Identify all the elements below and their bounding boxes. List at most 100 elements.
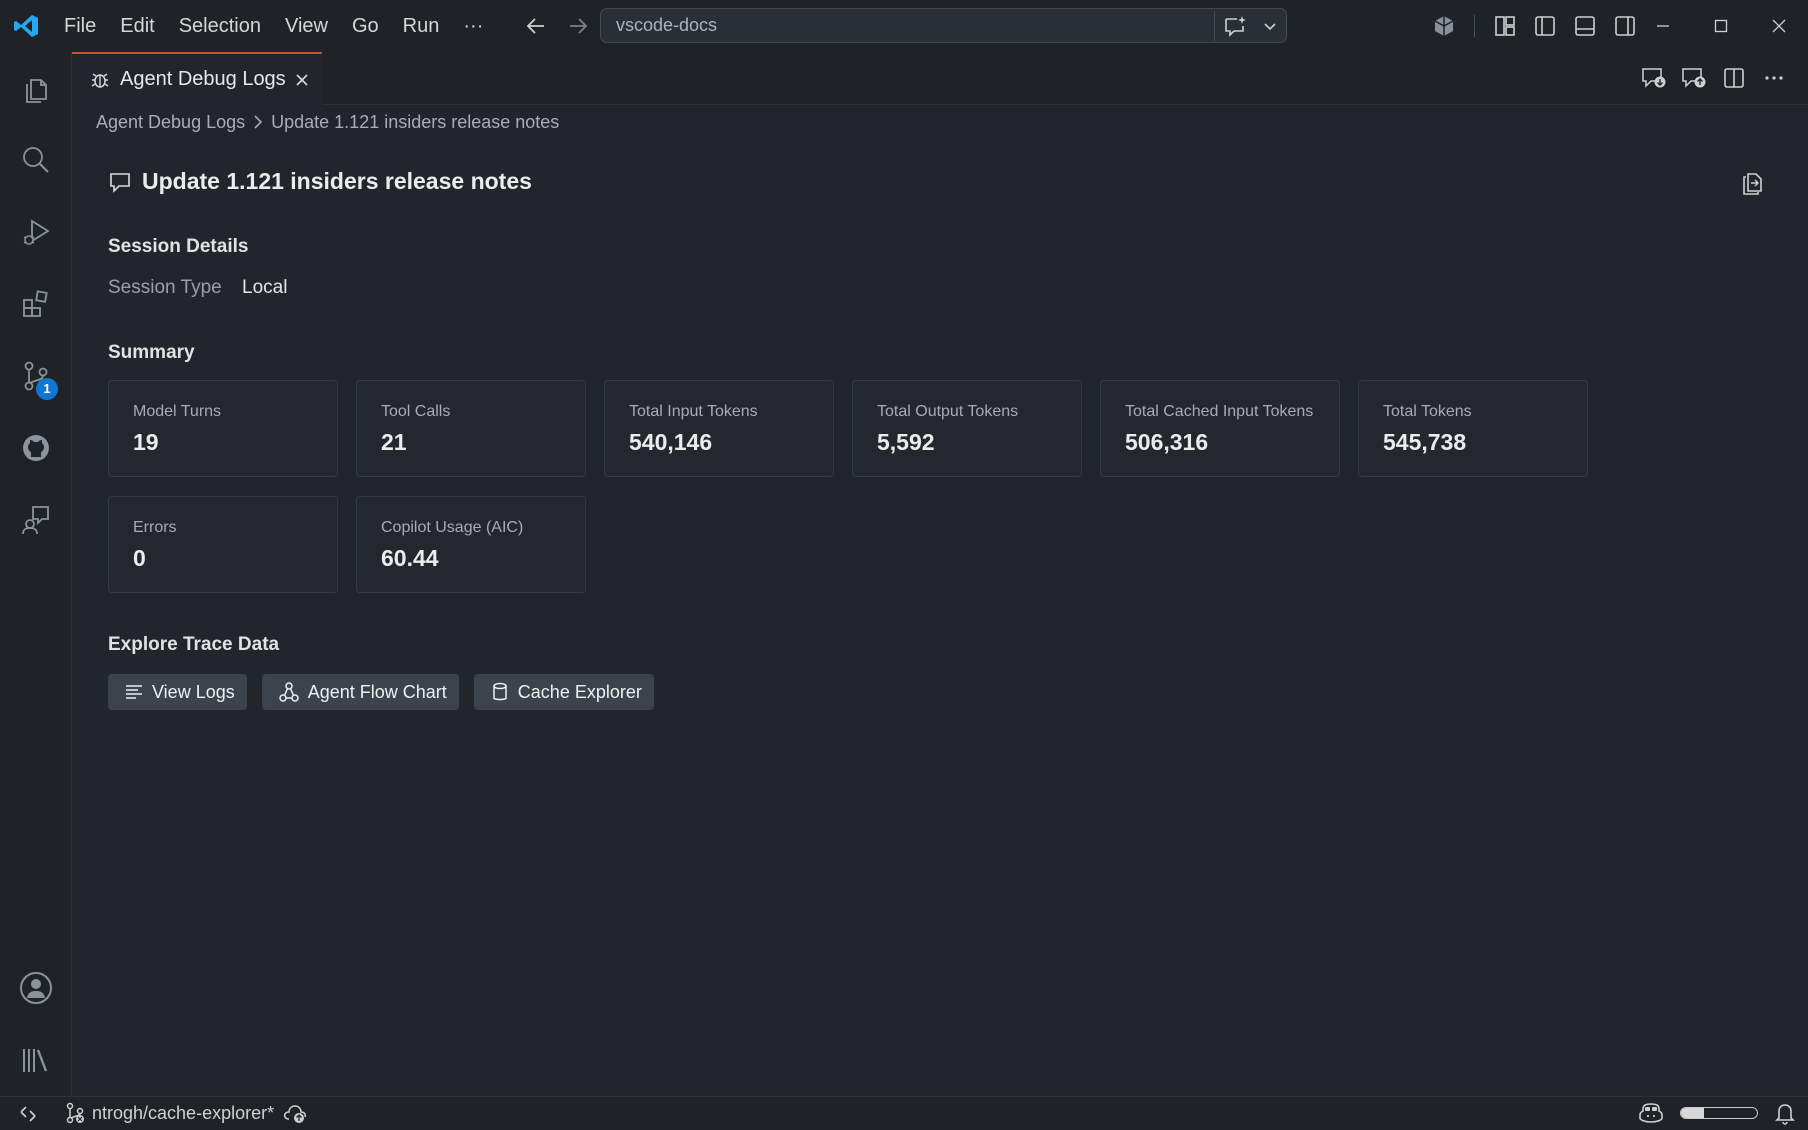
menu-selection[interactable]: Selection [167,9,273,43]
summary-card-total-output-tokens: Total Output Tokens 5,592 [852,380,1082,477]
card-value: 19 [133,429,159,455]
menu-file[interactable]: File [52,9,108,43]
search-icon[interactable] [14,138,58,182]
card-label: Total Tokens [1383,403,1472,420]
tab-bar: Agent Debug Logs [72,52,1808,105]
menu-edit[interactable]: Edit [108,9,166,43]
split-editor-icon[interactable] [1718,62,1750,94]
card-label: Total Output Tokens [877,403,1019,420]
minimize-icon[interactable] [1634,0,1692,52]
git-branch-icon [64,1102,86,1124]
close-icon[interactable] [288,66,316,94]
explore-buttons: View Logs Agent Flow Chart Cache Explore… [108,674,654,710]
usage-bar-fill [1681,1108,1704,1118]
card-label: Total Input Tokens [629,403,758,420]
database-icon [490,681,510,703]
explorer-icon[interactable] [14,66,58,110]
breadcrumb: Agent Debug Logs Update 1.121 insiders r… [96,110,559,134]
summary-card-errors: Errors 0 [108,496,338,593]
account-icon[interactable] [14,966,58,1010]
copilot-usage-bar[interactable] [1680,1107,1758,1119]
session-details-heading: Session Details [108,236,249,257]
search-workspace-label: vscode-docs [616,15,718,35]
chat-download-icon[interactable] [1638,62,1670,94]
menu-go[interactable]: Go [340,9,391,43]
card-label: Total Cached Input Tokens [1125,403,1314,420]
status-bar: ntrogh/cache-explorer* [0,1096,1808,1130]
comment-icon [108,170,132,194]
back-arrow-icon[interactable] [522,12,550,40]
run-debug-icon[interactable] [14,210,58,254]
card-value: 60.44 [381,545,439,571]
page-header: Update 1.121 insiders release notes [108,168,532,195]
cloud-upload-icon[interactable] [282,1102,308,1124]
branch-name: ntrogh/cache-explorer* [92,1102,275,1123]
card-value: 5,592 [877,429,935,455]
library-icon[interactable] [14,1038,58,1082]
explore-trace-heading: Explore Trace Data [108,634,280,655]
activity-bar: 1 [0,52,72,1096]
cache-explorer-label: Cache Explorer [517,681,642,702]
agent-flow-chart-button[interactable]: Agent Flow Chart [261,674,459,710]
customize-layout-icon[interactable] [1489,10,1521,42]
card-label: Tool Calls [381,403,451,420]
summary-card-total-cached-input-tokens: Total Cached Input Tokens 506,316 [1100,380,1340,477]
close-window-icon[interactable] [1750,0,1808,52]
view-logs-label: View Logs [152,681,235,702]
summary-card-total-input-tokens: Total Input Tokens 540,146 [604,380,834,477]
menu-more[interactable]: ··· [451,9,495,43]
card-label: Model Turns [133,403,222,420]
command-center-search[interactable]: vscode-docs [600,8,1287,43]
flow-icon [278,681,300,703]
breadcrumb-root[interactable]: Agent Debug Logs [96,112,245,133]
branch-status[interactable]: ntrogh/cache-explorer* [64,1102,308,1124]
menu-bar: File Edit Selection View Go Run ··· [52,0,495,52]
card-value: 21 [381,429,407,455]
more-actions-icon[interactable] [1758,62,1790,94]
card-value: 540,146 [629,429,713,455]
menu-view[interactable]: View [273,9,340,43]
menu-run[interactable]: Run [391,9,452,43]
summary-heading: Summary [108,342,195,363]
view-logs-button[interactable]: View Logs [108,674,247,710]
tab-agent-debug-logs[interactable]: Agent Debug Logs [72,52,322,105]
title-separator [1474,15,1475,37]
session-type-label: Session Type [108,277,222,298]
copy-icon[interactable] [1736,168,1768,200]
maximize-icon[interactable] [1692,0,1750,52]
card-value: 0 [133,545,146,571]
session-type-value: Local [242,277,288,298]
extensions-icon[interactable] [14,282,58,326]
chat-icon[interactable] [14,498,58,542]
agent-flow-chart-label: Agent Flow Chart [307,681,447,702]
chevron-right-icon [251,114,265,130]
title-bar: File Edit Selection View Go Run ··· vsco… [0,0,1808,52]
copilot-icon[interactable] [1638,1101,1664,1125]
page-title: Update 1.121 insiders release notes [142,168,532,194]
tab-label: Agent Debug Logs [120,68,286,90]
breadcrumb-current[interactable]: Update 1.121 insiders release notes [271,112,559,133]
card-label: Copilot Usage (AIC) [381,519,524,536]
cache-explorer-button[interactable]: Cache Explorer [473,674,654,710]
toggle-primary-sidebar-icon[interactable] [1529,10,1561,42]
vscode-logo-icon [12,12,40,40]
card-value: 545,738 [1383,429,1467,455]
chevron-down-icon[interactable] [1254,11,1286,41]
source-control-badge: 1 [36,378,58,400]
bug-icon [90,70,110,90]
forward-arrow-icon[interactable] [564,12,592,40]
bell-icon[interactable] [1774,1101,1796,1125]
toggle-panel-icon[interactable] [1569,10,1601,42]
summary-card-tool-calls: Tool Calls 21 [356,380,586,477]
github-icon[interactable] [14,426,58,470]
cube-icon[interactable] [1428,10,1460,42]
card-label: Errors [133,519,177,536]
chat-sparkle-icon[interactable] [1214,10,1254,41]
chat-upload-icon[interactable] [1678,62,1710,94]
summary-card-model-turns: Model Turns 19 [108,380,338,477]
card-value: 506,316 [1125,429,1209,455]
list-icon [124,682,144,702]
summary-card-total-tokens: Total Tokens 545,738 [1358,380,1588,477]
session-type-row: Session Type Local [108,277,287,299]
remote-icon[interactable] [12,1101,44,1127]
